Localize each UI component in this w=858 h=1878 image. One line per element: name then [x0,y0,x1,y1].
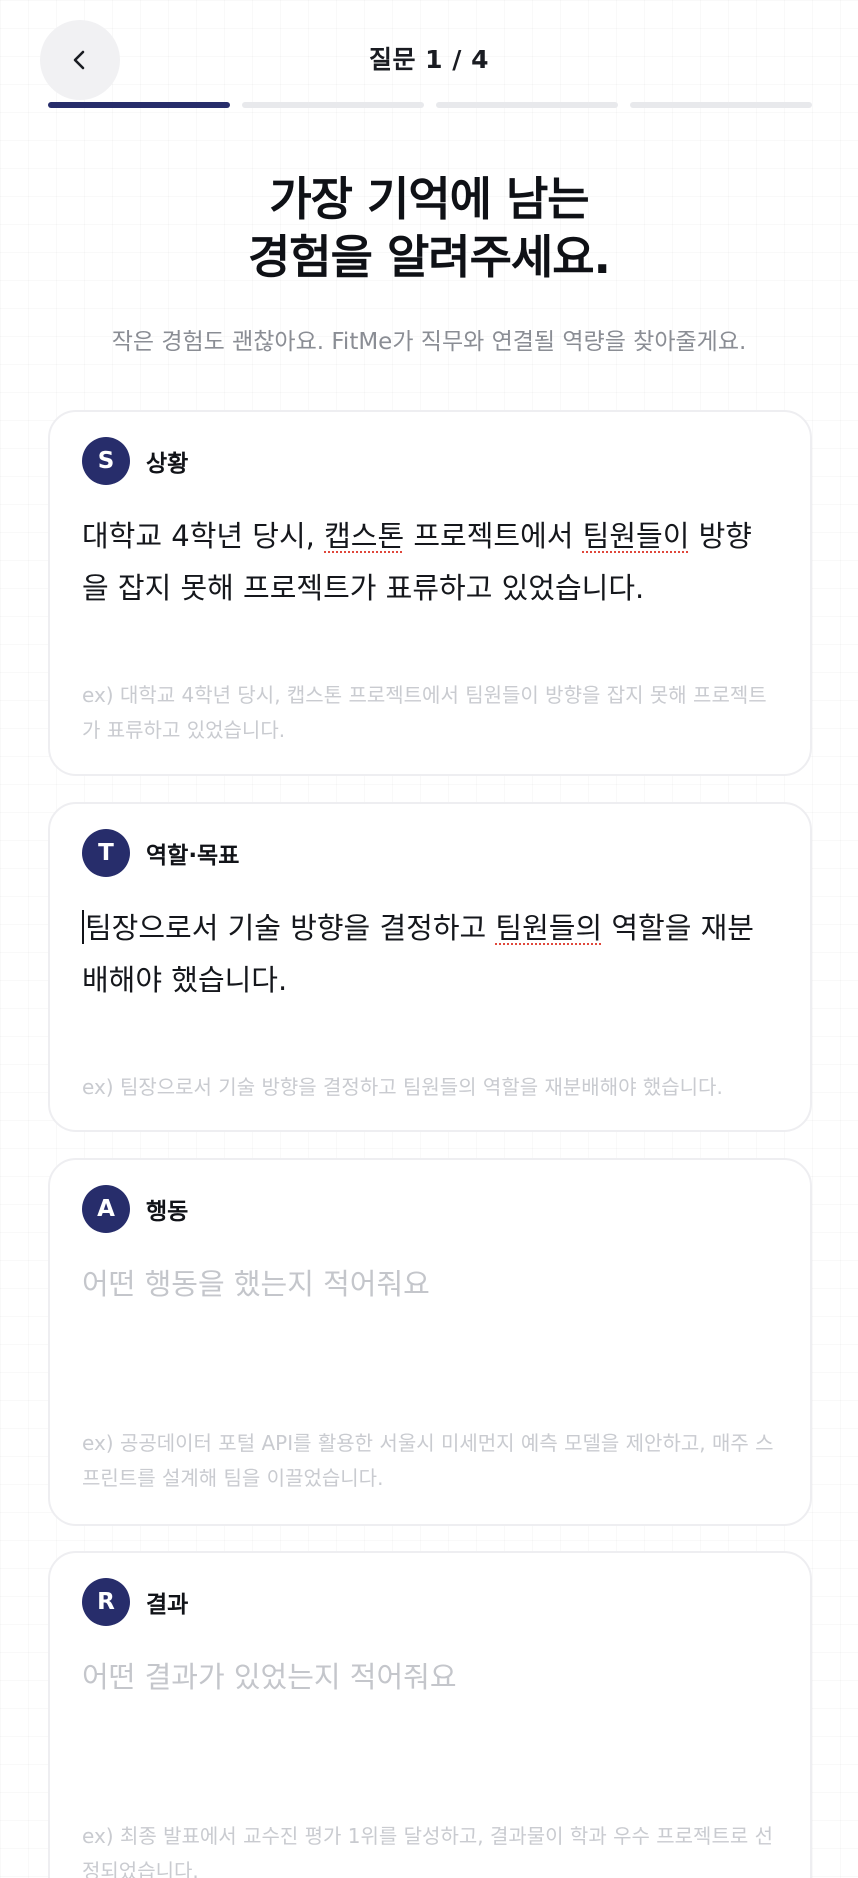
top-bar: 질문 1 / 4 [0,0,858,120]
step-badge: A [82,1185,130,1233]
example-hint: ex) 대학교 4학년 당시, 캡스톤 프로젝트에서 팀원들이 방향을 잡지 못… [82,683,767,742]
step-badge: S [82,437,130,485]
question-counter: 질문 1 / 4 [368,45,490,74]
card-label: 결과 [146,1592,189,1618]
example-hint: ex) 공공데이터 포털 API를 활용한 서울시 미세먼지 예측 모델을 제안… [82,1431,774,1490]
result-textarea[interactable]: 어떤 결과가 있었는지 적어줘요 [82,1651,778,1703]
text-segment: 팀장으로서 기술 방향을 결정하고 [85,911,496,945]
card-header: S 상황 [82,437,188,485]
card-header: A 행동 [82,1185,188,1233]
text-cursor [82,910,84,944]
card-header: R 결과 [82,1578,188,1626]
spell-marked-word: 팀원들의 [495,911,603,945]
spell-marked-word: 캡스톤 [324,519,405,553]
text-segment: 프로젝트에서 [404,519,583,553]
progress-bar [48,102,812,108]
progress-segment-2 [242,102,424,108]
star-card-situation: S 상황 대학교 4학년 당시, 캡스톤 프로젝트에서 팀원들이 방향을 잡지 … [48,410,812,776]
task-textarea[interactable]: 팀장으로서 기술 방향을 결정하고 팀원들의 역할을 재분배해야 했습니다. [82,902,778,1006]
spell-marked-word: 팀원들이 [582,519,690,553]
star-card-result: R 결과 어떤 결과가 있었는지 적어줘요 ex) 최종 발표에서 교수진 평가… [48,1551,812,1878]
progress-segment-3 [436,102,618,108]
card-label: 상황 [146,451,189,477]
text-segment: 대학교 4학년 당시, [82,519,325,553]
progress-segment-1 [48,102,230,108]
card-header: T 역할·목표 [82,829,239,877]
step-badge: R [82,1578,130,1626]
situation-textarea[interactable]: 대학교 4학년 당시, 캡스톤 프로젝트에서 팀원들이 방향을 잡지 못해 프로… [82,510,778,614]
star-card-task: T 역할·목표 팀장으로서 기술 방향을 결정하고 팀원들의 역할을 재분배해야… [48,802,812,1132]
card-label: 역할·목표 [146,843,240,869]
action-textarea[interactable]: 어떤 행동을 했는지 적어줘요 [82,1258,778,1310]
star-card-action: A 행동 어떤 행동을 했는지 적어줘요 ex) 공공데이터 포털 API를 활… [48,1158,812,1526]
page-subtitle: 작은 경험도 괜찮아요. FitMe가 직무와 연결될 역량을 찾아줄게요. [111,329,747,355]
example-hint: ex) 팀장으로서 기술 방향을 결정하고 팀원들의 역할을 재분배해야 했습니… [82,1075,723,1099]
step-badge: T [82,829,130,877]
progress-segment-4 [630,102,812,108]
page-title-line-1: 가장 기억에 남는 [269,172,589,226]
page-title-line-2: 경험을 알려주세요. [247,230,611,284]
example-hint: ex) 최종 발표에서 교수진 평가 1위를 달성하고, 결과물이 학과 우수 … [82,1824,774,1878]
page-title: 가장 기억에 남는 경험을 알려주세요. [0,170,858,286]
card-label: 행동 [146,1199,189,1225]
